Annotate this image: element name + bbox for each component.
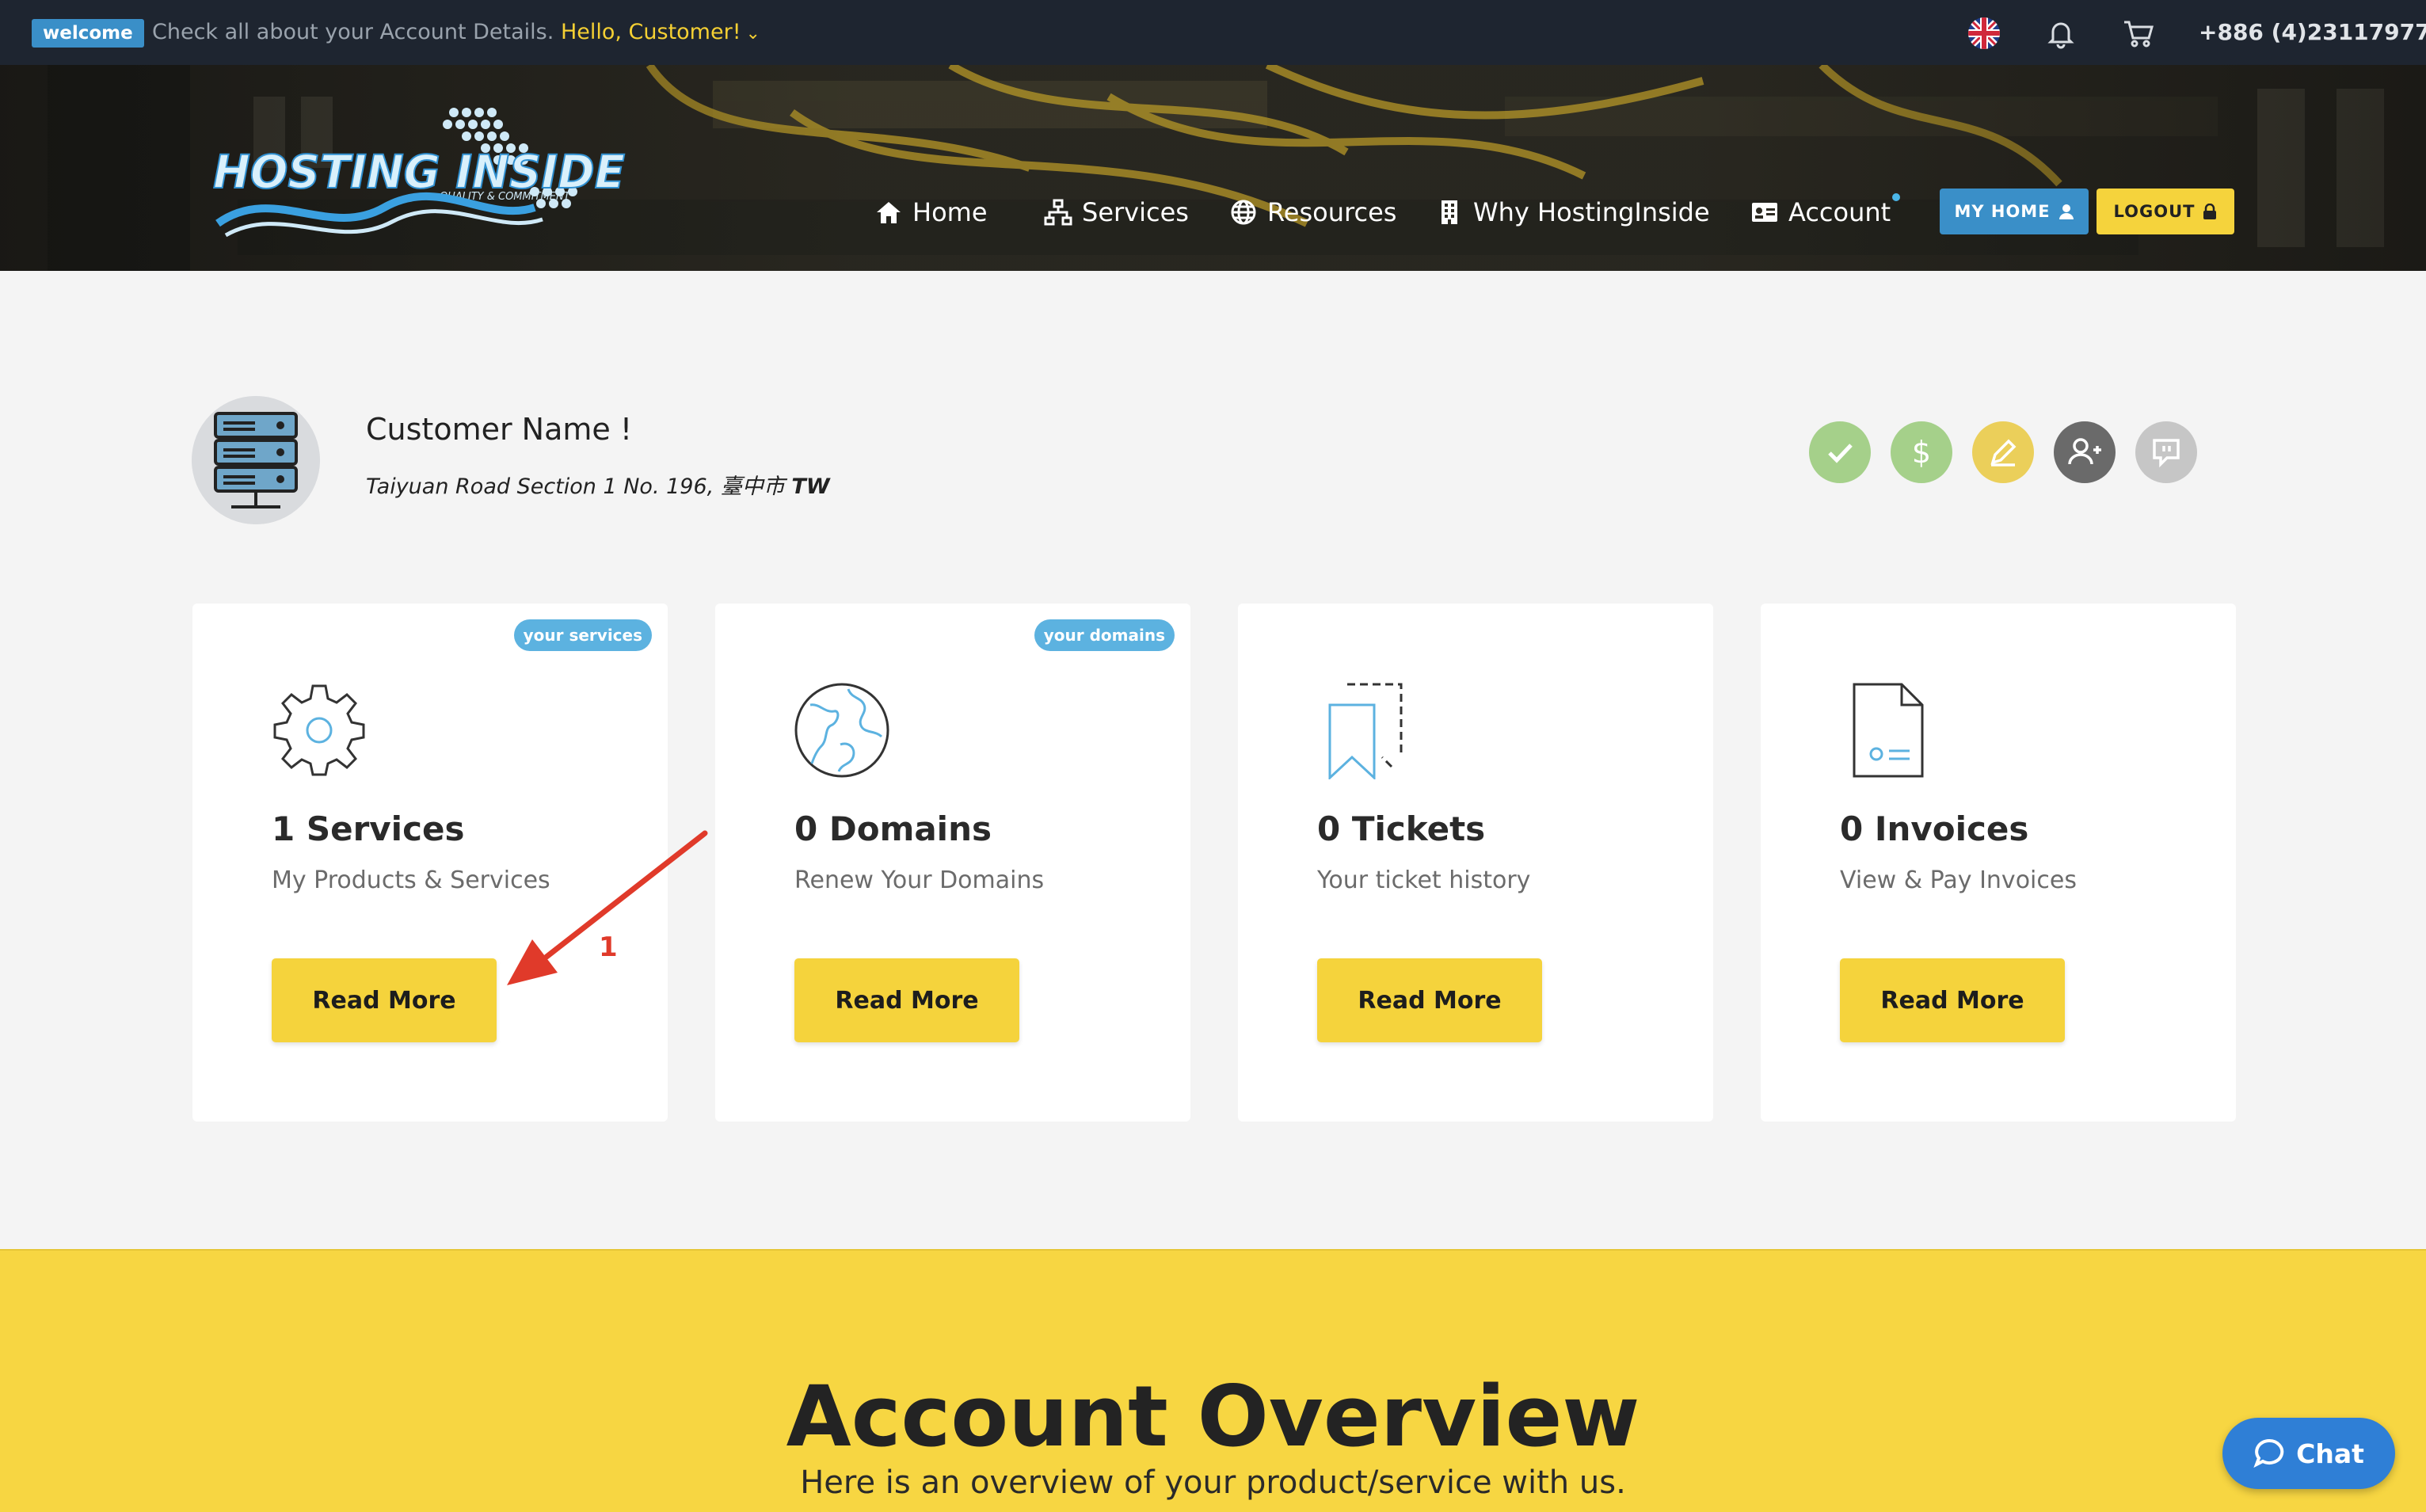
message-icon bbox=[2135, 421, 2197, 483]
invoices-read-more-button[interactable]: Read More bbox=[1840, 958, 2065, 1042]
nav-resources-label: Resources bbox=[1267, 197, 1397, 227]
customer-address: Taiyuan Road Section 1 No. 196, 臺中市 TW bbox=[366, 469, 830, 500]
cart-icon[interactable] bbox=[2121, 16, 2156, 51]
invoices-count: 0 Invoices bbox=[1840, 809, 2029, 848]
logout-label: LOGOUT bbox=[2113, 202, 2196, 221]
account-message: Check all about your Account Details. He… bbox=[152, 17, 760, 49]
account-overview-subtitle: Here is an overview of your product/serv… bbox=[800, 1464, 1626, 1501]
chevron-down-icon: ⌄ bbox=[745, 24, 760, 44]
user-icon bbox=[2058, 204, 2074, 219]
globe-icon bbox=[1231, 200, 1256, 225]
services-read-more-button[interactable]: Read More bbox=[272, 958, 497, 1042]
server-icon bbox=[192, 396, 320, 524]
nav-services-label: Services bbox=[1082, 197, 1189, 227]
my-home-label: MY HOME bbox=[1954, 202, 2051, 221]
tickets-card: 0 Tickets Your ticket history Read More bbox=[1238, 604, 1713, 1122]
chat-button[interactable]: Chat bbox=[2222, 1418, 2395, 1489]
edit-icon bbox=[1972, 421, 2034, 483]
account-message-text: Check all about your Account Details. bbox=[152, 20, 554, 44]
domains-read-more-button[interactable]: Read More bbox=[794, 958, 1019, 1042]
avatar bbox=[192, 396, 320, 524]
site-header: HOSTING INSIDE QUALITY & COMMITMENT Home… bbox=[0, 65, 2426, 271]
invoices-subtitle: View & Pay Invoices bbox=[1840, 866, 2077, 894]
verified-icon bbox=[1809, 421, 1871, 483]
domains-count: 0 Domains bbox=[794, 809, 992, 848]
hosting-inside-logo[interactable]: HOSTING INSIDE QUALITY & COMMITMENT bbox=[202, 89, 630, 247]
verified-button[interactable] bbox=[1809, 421, 1871, 483]
nav-account[interactable]: Account bbox=[1750, 192, 1901, 233]
nav-services[interactable]: Services bbox=[1044, 192, 1189, 233]
services-subtitle: My Products & Services bbox=[272, 866, 550, 894]
edit-profile-button[interactable] bbox=[1972, 421, 2034, 483]
lock-icon bbox=[2203, 204, 2217, 219]
customer-country: TW bbox=[791, 474, 830, 499]
my-home-button[interactable]: MY HOME bbox=[1940, 189, 2089, 234]
home-icon bbox=[877, 202, 901, 223]
nav-why-hostinginside[interactable]: Why HostingInside bbox=[1435, 192, 1710, 233]
nav-account-label: Account bbox=[1788, 197, 1891, 227]
add-contact-button[interactable] bbox=[2054, 421, 2116, 483]
ticket-icon bbox=[1328, 683, 1403, 779]
phone-number[interactable]: +886 (4)23117977 bbox=[2199, 17, 2426, 48]
add-contact-icon bbox=[2054, 421, 2116, 483]
nav-why-label: Why HostingInside bbox=[1473, 197, 1710, 227]
svg-text:$: $ bbox=[1912, 435, 1931, 470]
globe-icon bbox=[794, 683, 889, 778]
nav-resources[interactable]: Resources bbox=[1229, 192, 1396, 233]
domains-card: your domains 0 Domains Renew Your Domain… bbox=[715, 604, 1190, 1122]
customer-name: Customer Name ! bbox=[366, 412, 633, 447]
customer-address-line: Taiyuan Road Section 1 No. 196, 臺中市 bbox=[366, 474, 785, 499]
chat-bubble-icon bbox=[2253, 1438, 2284, 1468]
billing-button[interactable]: $ bbox=[1891, 421, 1952, 483]
account-overview-title: Account Overview bbox=[786, 1368, 1640, 1465]
invoice-icon bbox=[1853, 683, 1924, 778]
welcome-badge: welcome bbox=[32, 19, 144, 48]
tickets-read-more-button[interactable]: Read More bbox=[1317, 958, 1542, 1042]
nav-home-label: Home bbox=[912, 197, 988, 227]
domains-subtitle: Renew Your Domains bbox=[794, 866, 1045, 894]
tickets-subtitle: Your ticket history bbox=[1317, 866, 1531, 894]
message-button[interactable] bbox=[2135, 421, 2197, 483]
nav-home[interactable]: Home bbox=[874, 192, 988, 233]
invoices-card: 0 Invoices View & Pay Invoices Read More bbox=[1761, 604, 2236, 1122]
user-menu-toggle[interactable]: Hello, Customer! ⌄ bbox=[561, 20, 760, 44]
gear-icon bbox=[273, 684, 365, 776]
hello-text: Hello, Customer! bbox=[560, 20, 741, 44]
annotation-label: 1 bbox=[599, 931, 618, 963]
services-card: your services 1 Services My Products & S… bbox=[192, 604, 668, 1122]
your-services-badge[interactable]: your services bbox=[513, 619, 652, 651]
building-icon bbox=[1442, 200, 1457, 224]
chat-label: Chat bbox=[2296, 1438, 2364, 1469]
sitemap-icon bbox=[1044, 199, 1072, 226]
tickets-count: 0 Tickets bbox=[1317, 809, 1486, 848]
language-flag-icon[interactable] bbox=[1968, 17, 2000, 49]
id-card-icon bbox=[1752, 203, 1777, 222]
dollar-icon: $ bbox=[1891, 421, 1952, 483]
bell-icon[interactable] bbox=[2043, 16, 2078, 51]
account-overview-section: Account Overview Here is an overview of … bbox=[0, 1249, 2426, 1512]
services-count: 1 Services bbox=[272, 809, 465, 848]
top-bar: welcome Check all about your Account Det… bbox=[0, 0, 2426, 65]
your-domains-badge[interactable]: your domains bbox=[1034, 619, 1175, 651]
logout-button[interactable]: LOGOUT bbox=[2097, 189, 2234, 234]
